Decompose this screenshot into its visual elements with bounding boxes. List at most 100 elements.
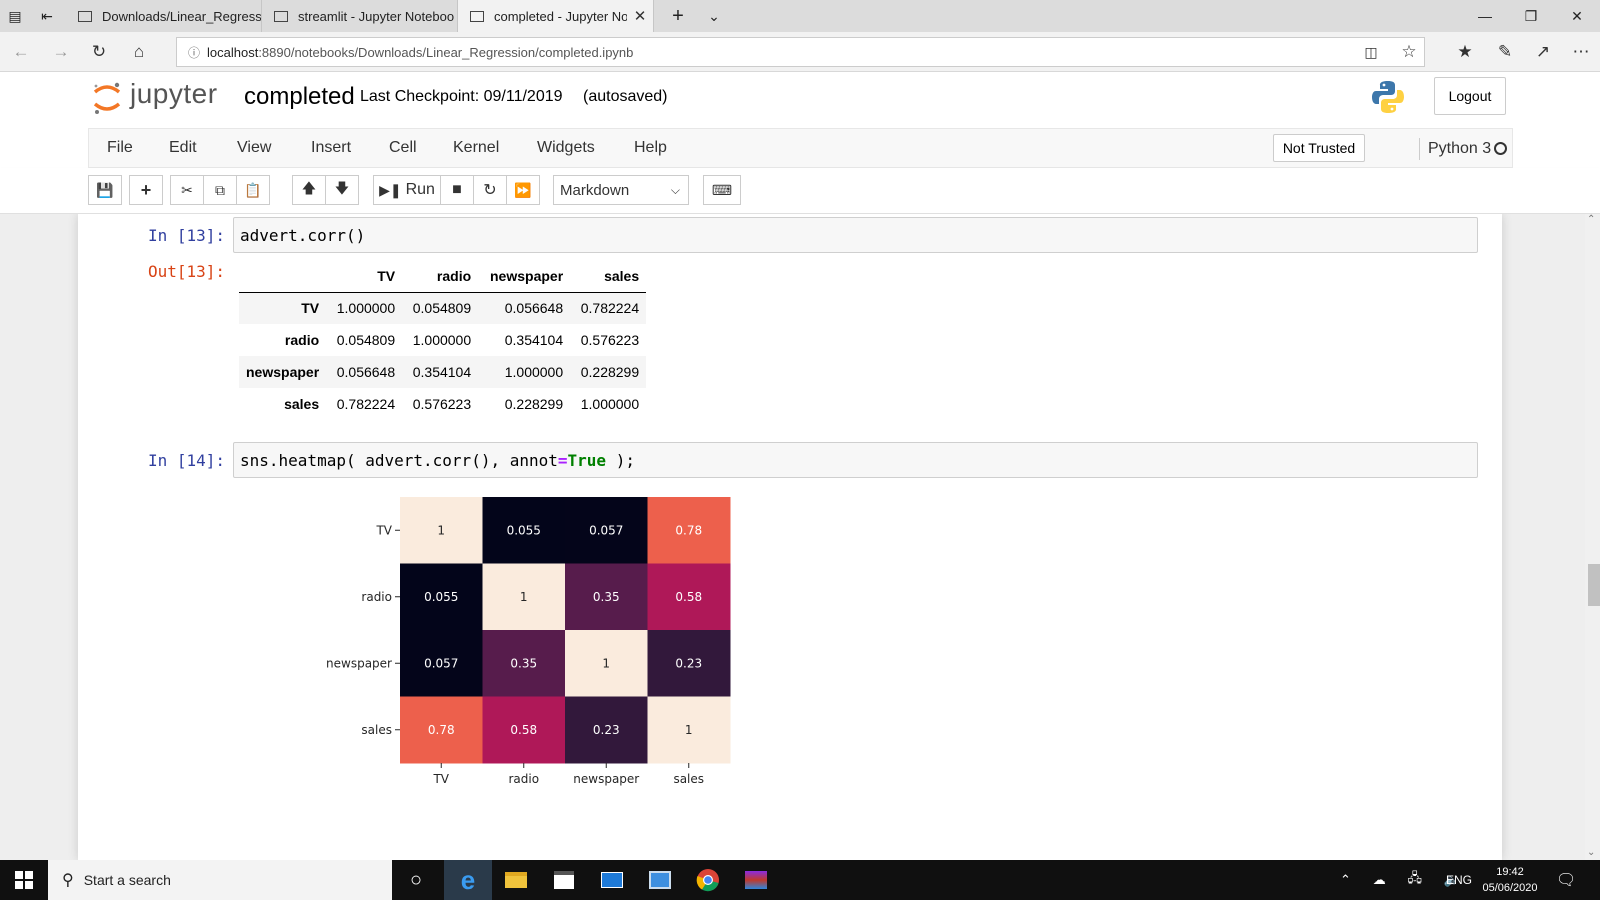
table-cell: 1.000000 — [412, 332, 472, 348]
restart-kernel-icon[interactable]: ↻ — [473, 175, 507, 205]
copy-icon[interactable]: ⧉ — [203, 175, 237, 205]
heatmap-annotation: 0.23 — [593, 723, 620, 737]
minimize-icon[interactable]: — — [1462, 0, 1508, 32]
table-cell: 0.054809 — [336, 332, 396, 348]
trust-button[interactable]: Not Trusted — [1273, 134, 1365, 162]
browser-tab-2[interactable]: streamlit - Jupyter Noteboo — [262, 0, 458, 32]
table-cell: 0.576223 — [580, 332, 640, 348]
menu-edit[interactable]: Edit — [169, 129, 197, 167]
move-up-icon[interactable]: 🡅 — [292, 175, 326, 205]
menu-help[interactable]: Help — [634, 129, 667, 167]
page-icon — [470, 10, 484, 22]
interrupt-kernel-icon[interactable]: ■ — [440, 175, 474, 205]
edge-browser-icon[interactable]: e — [444, 860, 492, 900]
page-icon — [274, 10, 288, 22]
set-aside-tabs-icon[interactable]: ⇤ — [32, 0, 62, 32]
menu-kernel[interactable]: Kernel — [453, 129, 499, 167]
store-icon[interactable] — [540, 860, 588, 900]
heatmap-annotation: 0.23 — [675, 656, 702, 670]
reading-view-icon[interactable]: ◫ — [1352, 32, 1390, 72]
window-close-icon[interactable]: ✕ — [1554, 0, 1600, 32]
back-icon[interactable]: ← — [2, 32, 40, 72]
cell-type-select[interactable]: Markdown ⌵ — [553, 175, 689, 205]
notebook-name[interactable]: completed — [244, 83, 355, 111]
kernel-name: Python 3 — [1419, 138, 1491, 160]
desktop-app-icon[interactable] — [636, 860, 684, 900]
paste-icon[interactable]: 📋 — [236, 175, 270, 205]
close-tab-icon[interactable]: ✕ — [627, 7, 653, 25]
share-icon[interactable]: ↗ — [1524, 32, 1562, 72]
move-down-icon[interactable]: 🡇 — [325, 175, 359, 205]
restore-icon[interactable]: ❐ — [1508, 0, 1554, 32]
pen-notes-icon[interactable]: ✎ — [1486, 32, 1524, 72]
network-icon[interactable]: 🖧 — [1408, 869, 1423, 891]
home-icon[interactable]: ⌂ — [120, 32, 158, 72]
scroll-up-icon[interactable]: ⌃ — [1587, 214, 1595, 225]
command-palette-keyboard-icon[interactable]: ⌨ — [703, 175, 741, 205]
table-cell: 0.228299 — [504, 396, 564, 412]
run-button[interactable]: ▶❚ Run — [373, 175, 441, 205]
heatmap-annotation: 1 — [602, 656, 610, 670]
task-view-icon[interactable]: ○ — [392, 860, 440, 900]
browser-nav-bar: ← → ↻ ⌂ ⓘ localhost:8890/notebooks/Downl… — [0, 32, 1600, 72]
dataframe-output: TV radio newspaper sales TV 1.000000 0.0… — [239, 260, 647, 420]
table-cell: 0.056648 — [504, 300, 564, 317]
menu-insert[interactable]: Insert — [311, 129, 351, 167]
menu-widgets[interactable]: Widgets — [537, 129, 595, 167]
file-explorer-icon[interactable] — [492, 860, 540, 900]
mail-icon[interactable] — [588, 860, 636, 900]
jupyter-logo-icon[interactable] — [92, 80, 122, 116]
address-bar[interactable]: ⓘ localhost:8890/notebooks/Downloads/Lin… — [176, 37, 1425, 67]
code-operator: = — [557, 450, 568, 470]
menu-view[interactable]: View — [237, 129, 271, 167]
clock-date: 05/06/2020 — [1482, 882, 1538, 894]
scroll-down-icon[interactable]: ⌄ — [1587, 847, 1595, 858]
favorites-hub-icon[interactable]: ★ — [1446, 32, 1484, 72]
forward-icon[interactable]: → — [42, 32, 80, 72]
table-cell: 0.228299 — [580, 364, 640, 380]
autosave-status: (autosaved) — [583, 88, 668, 105]
row-label: radio — [284, 332, 320, 348]
onedrive-cloud-icon[interactable]: ☁ — [1373, 872, 1386, 888]
windows-start-icon[interactable] — [0, 860, 48, 900]
output-prompt: Out[13]: — [148, 262, 226, 281]
new-tab-icon[interactable]: + — [660, 0, 696, 32]
insert-cell-icon[interactable]: + — [129, 175, 163, 205]
action-center-icon[interactable]: 🗨 — [1556, 860, 1576, 900]
input-language[interactable]: ENG — [1446, 860, 1472, 900]
heatmap-annotation: 0.057 — [424, 656, 458, 670]
system-tray[interactable]: ⌃ ☁ 🖧 🔈 — [1340, 860, 1460, 900]
browser-tab-1[interactable]: Downloads/Linear_Regressi — [66, 0, 262, 32]
run-icon: ▶❚ — [379, 181, 402, 198]
vertical-scrollbar[interactable]: ⌃ ⌄ — [1585, 214, 1600, 860]
tab-actions-icon[interactable]: ▤ — [0, 0, 30, 32]
show-hidden-icons-icon[interactable]: ⌃ — [1340, 872, 1351, 888]
winrar-icon[interactable] — [732, 860, 780, 900]
jupyter-logo-text[interactable]: jupyter — [130, 78, 218, 110]
restart-run-all-icon[interactable]: ⏩ — [506, 175, 540, 205]
favorite-star-icon[interactable]: ☆ — [1390, 32, 1428, 72]
browser-tab-3-active[interactable]: completed - Jupyter No ✕ — [458, 0, 654, 32]
table-cell: 0.056648 — [336, 364, 396, 380]
correlation-heatmap: 1 0.055 0.057 0.78 0.055 1 0.35 0.58 0.057 0.35 1 0… — [326, 497, 731, 786]
chrome-icon[interactable] — [684, 860, 732, 900]
table-cell: 1.000000 — [504, 364, 564, 380]
taskbar-search-box[interactable]: ⚲ Start a search — [48, 860, 392, 900]
notebook-container: In [13]: advert.corr() Out[13]: TV radio… — [0, 214, 1600, 860]
cut-icon[interactable]: ✂ — [170, 175, 204, 205]
menu-file[interactable]: File — [107, 129, 133, 167]
save-icon[interactable]: 💾 — [88, 175, 122, 205]
code-cell-input[interactable]: advert.corr() — [233, 217, 1478, 253]
code-cell-input[interactable]: sns.heatmap( advert.corr(), annot = True )… — [233, 442, 1478, 478]
search-placeholder: Start a search — [83, 872, 171, 888]
site-info-icon[interactable]: ⓘ — [181, 44, 207, 61]
logout-button[interactable]: Logout — [1434, 77, 1506, 115]
taskbar-clock[interactable]: 19:42 05/06/2020 — [1478, 864, 1542, 896]
column-header: radio — [402, 260, 479, 293]
tab-preview-chevron-icon[interactable]: ⌄ — [696, 0, 732, 32]
menu-cell[interactable]: Cell — [389, 129, 417, 167]
refresh-icon[interactable]: ↻ — [80, 32, 118, 72]
more-menu-icon[interactable]: ⋯ — [1562, 32, 1600, 72]
run-label: Run — [405, 181, 435, 198]
scrollbar-thumb[interactable] — [1588, 564, 1600, 606]
